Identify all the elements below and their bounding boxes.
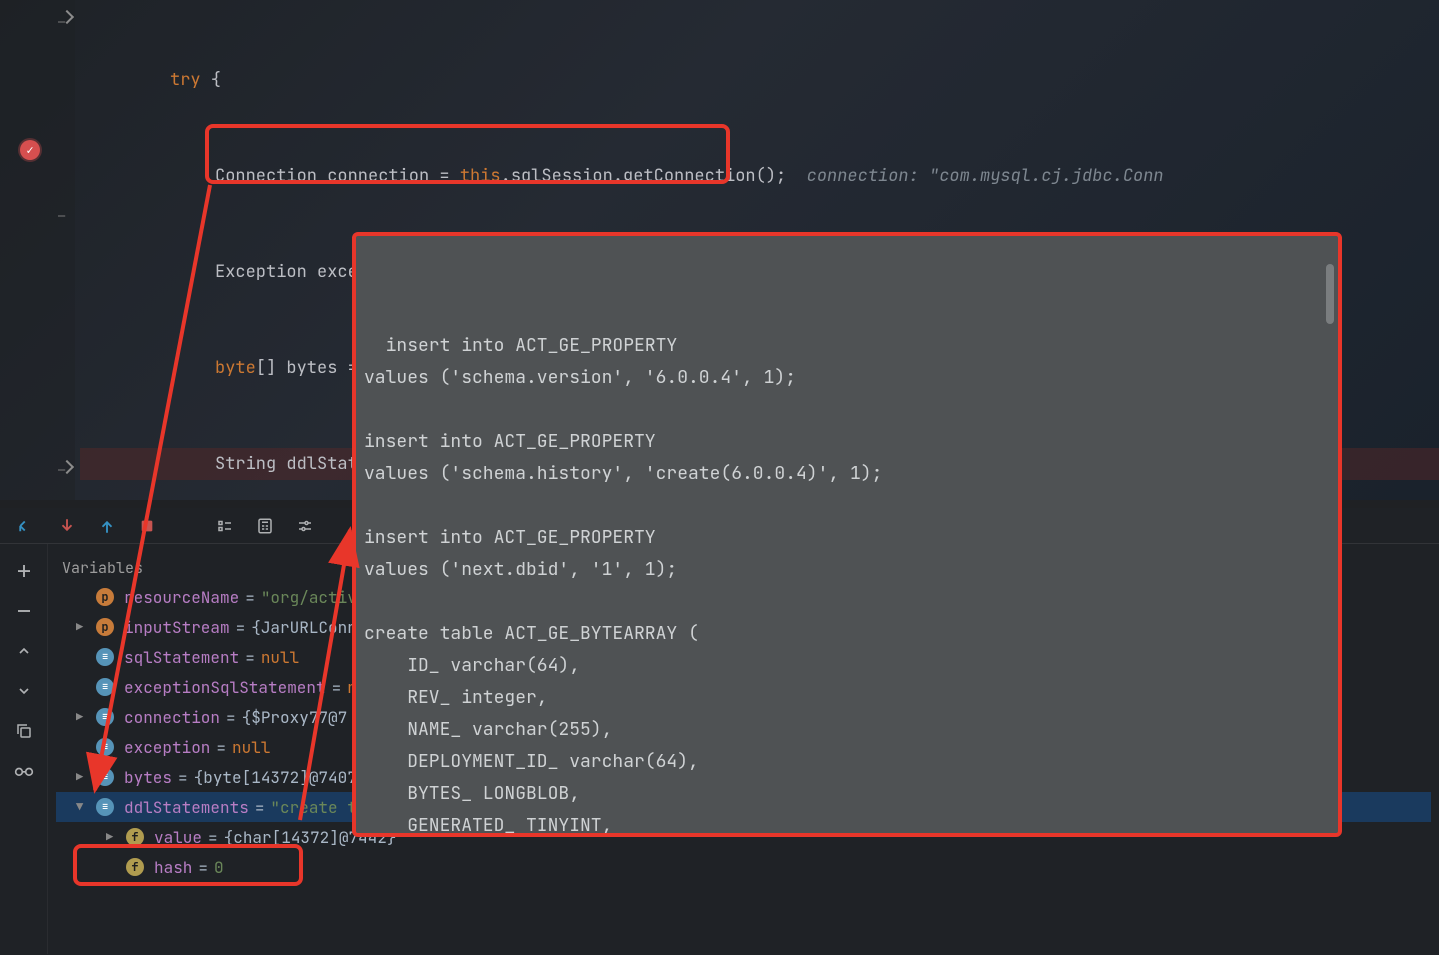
var-value: {$Proxy77@7	[242, 707, 348, 728]
gutter: — — —	[0, 0, 75, 500]
var-badge: ≡	[96, 768, 114, 786]
var-value: "org/activ	[261, 587, 357, 608]
step-over-icon[interactable]	[16, 515, 38, 537]
expand-arrow-icon[interactable]: ▶	[76, 709, 90, 725]
up-icon[interactable]	[13, 640, 35, 662]
stop-icon[interactable]	[136, 515, 158, 537]
var-badge: ≡	[96, 678, 114, 696]
var-badge: ≡	[96, 738, 114, 756]
debug-sidebar	[0, 544, 48, 954]
var-name: bytes	[124, 767, 172, 788]
calculator-icon[interactable]	[254, 515, 276, 537]
variable-row[interactable]: fhash = 0	[56, 852, 1431, 882]
add-icon[interactable]	[13, 560, 35, 582]
settings-icon[interactable]	[294, 515, 316, 537]
step-out-icon[interactable]	[96, 515, 118, 537]
expand-arrow-icon[interactable]: ▼	[76, 799, 90, 815]
copy-icon[interactable]	[13, 720, 35, 742]
var-badge: f	[126, 828, 144, 846]
var-value: {JarURLConn	[251, 617, 357, 638]
expand-arrow-icon[interactable]: ▶	[76, 769, 90, 785]
breakpoint-icon[interactable]	[20, 140, 40, 160]
var-name: ddlStatements	[124, 797, 249, 818]
var-name: connection	[124, 707, 220, 728]
var-name: sqlStatement	[124, 647, 239, 668]
var-value: null	[232, 737, 270, 758]
popup-scrollbar[interactable]	[1326, 264, 1334, 324]
var-name: exception	[124, 737, 210, 758]
var-badge: f	[126, 858, 144, 876]
var-name: hash	[154, 857, 192, 878]
expand-arrow-icon[interactable]: ▶	[106, 829, 120, 845]
var-badge: p	[96, 588, 114, 606]
down-icon[interactable]	[13, 680, 35, 702]
var-value: {byte[14372]@7407	[194, 767, 357, 788]
var-value: 0	[214, 857, 224, 878]
popup-content: insert into ACT_GE_PROPERTY values ('sch…	[364, 334, 947, 837]
var-name: exceptionSqlStatement	[124, 677, 326, 698]
var-value: null	[261, 647, 299, 668]
var-name: inputStream	[124, 617, 230, 638]
var-name: resourceName	[124, 587, 239, 608]
glasses-icon[interactable]	[13, 760, 35, 782]
var-badge: ≡	[96, 648, 114, 666]
var-name: value	[154, 827, 202, 848]
var-badge: ≡	[96, 708, 114, 726]
frames-icon[interactable]	[214, 515, 236, 537]
var-badge: ≡	[96, 798, 114, 816]
value-popup[interactable]: insert into ACT_GE_PROPERTY values ('sch…	[352, 232, 1342, 837]
step-into-icon[interactable]	[56, 515, 78, 537]
var-badge: p	[96, 618, 114, 636]
remove-icon[interactable]	[13, 600, 35, 622]
expand-arrow-icon[interactable]: ▶	[76, 619, 90, 635]
